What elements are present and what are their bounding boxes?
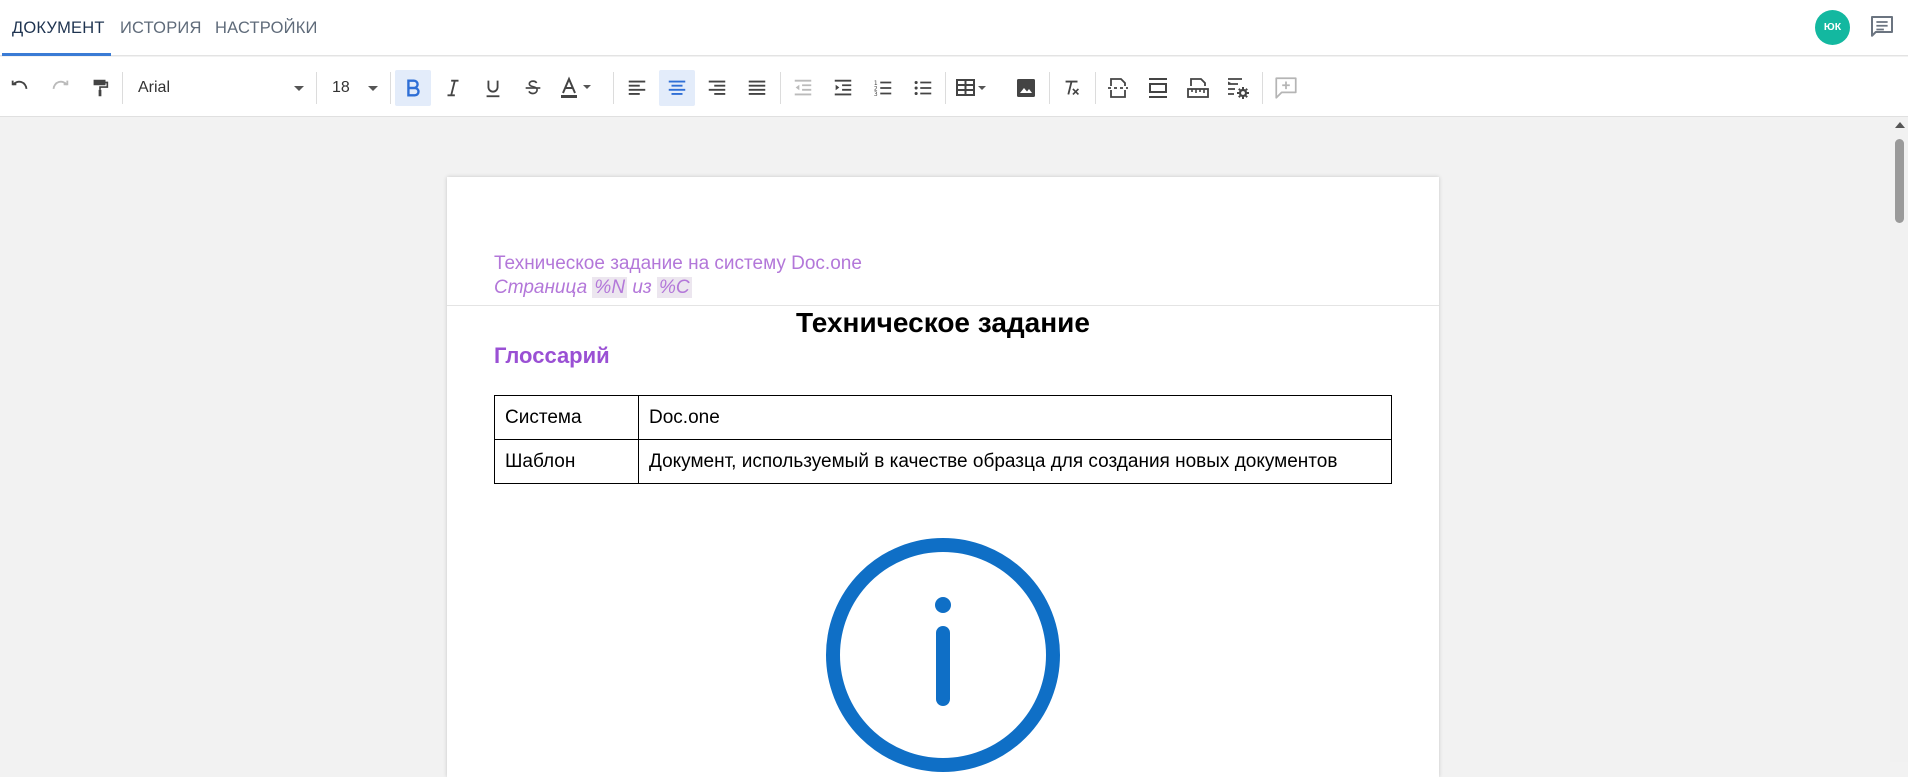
strikethrough-button[interactable] xyxy=(515,70,551,106)
toolbar-separator xyxy=(945,72,946,104)
page-number-field[interactable]: %N xyxy=(592,277,628,298)
undo-icon xyxy=(11,80,28,90)
align-left-button[interactable] xyxy=(619,70,655,106)
toolbar-separator xyxy=(780,72,781,104)
table-cell-definition[interactable]: Документ, используемый в качестве образц… xyxy=(638,439,1392,484)
top-tab-bar: ДОКУМЕНТ ИСТОРИЯ НАСТРОЙКИ ЮК xyxy=(0,0,1908,56)
outdent-button[interactable] xyxy=(785,70,821,106)
align-right-button[interactable] xyxy=(699,70,735,106)
numbered-list-icon: 123 xyxy=(874,80,892,98)
header-footer-button[interactable] xyxy=(1140,70,1176,106)
indent-button[interactable] xyxy=(825,70,861,106)
undo-button[interactable] xyxy=(2,70,38,106)
toolbar-separator xyxy=(390,72,391,104)
underline-icon xyxy=(486,80,500,98)
formatting-toolbar: Arial 18 123 xyxy=(0,57,1908,117)
indent-icon xyxy=(834,79,852,96)
underline-button[interactable] xyxy=(475,70,511,106)
toolbar-separator xyxy=(1095,72,1096,104)
table-icon xyxy=(956,79,986,96)
scrollbar-thumb[interactable] xyxy=(1895,139,1904,223)
document-settings-icon xyxy=(1228,78,1249,99)
image-icon xyxy=(1017,79,1035,97)
strikethrough-icon xyxy=(525,80,541,95)
tab-document[interactable]: ДОКУМЕНТ xyxy=(12,0,105,56)
document-page[interactable]: Техническое задание на систему Doc.one С… xyxy=(447,177,1439,777)
vertical-scrollbar[interactable] xyxy=(1890,117,1908,762)
paint-format-icon xyxy=(93,79,109,97)
toolbar-separator xyxy=(122,72,123,104)
text-color-button[interactable] xyxy=(555,70,603,106)
add-comment-icon xyxy=(1275,77,1297,99)
ruler-icon xyxy=(1187,78,1209,98)
align-center-icon xyxy=(668,80,686,95)
font-family-value: Arial xyxy=(138,79,171,96)
table-row: Шаблон Документ, используемый в качестве… xyxy=(494,439,1392,484)
align-justify-button[interactable] xyxy=(739,70,775,106)
numbered-list-button[interactable]: 123 xyxy=(865,70,901,106)
glossary-table: Система Doc.one Шаблон Документ, использ… xyxy=(494,395,1392,484)
header-footer-icon xyxy=(1149,78,1167,98)
bold-button[interactable] xyxy=(395,70,431,106)
info-icon[interactable] xyxy=(826,535,1060,775)
clear-format-icon xyxy=(1065,80,1080,96)
table-cell-definition[interactable]: Doc.one xyxy=(638,395,1392,440)
italic-button[interactable] xyxy=(435,70,471,106)
align-center-button[interactable] xyxy=(659,70,695,106)
insert-image-button[interactable] xyxy=(1008,70,1044,106)
bold-icon xyxy=(407,79,420,97)
page-label: Страница xyxy=(494,277,588,298)
text-color-icon xyxy=(561,76,591,98)
italic-icon xyxy=(447,79,459,97)
chevron-down-icon xyxy=(294,86,304,91)
page-break-icon xyxy=(1108,78,1128,98)
clear-format-button[interactable] xyxy=(1054,70,1090,106)
align-right-icon xyxy=(708,80,726,95)
tab-history[interactable]: ИСТОРИЯ xyxy=(120,0,202,56)
redo-icon xyxy=(52,80,69,90)
header-divider xyxy=(447,305,1439,306)
redo-button[interactable] xyxy=(42,70,78,106)
svg-text:3: 3 xyxy=(874,91,878,98)
outdent-icon xyxy=(794,79,812,96)
add-comment-button[interactable] xyxy=(1268,70,1304,106)
page-header-title: Техническое задание на систему Doc.one xyxy=(494,253,862,274)
bulleted-list-icon xyxy=(914,80,932,96)
font-size-select[interactable]: 18 xyxy=(332,70,378,106)
ruler-button[interactable] xyxy=(1180,70,1216,106)
chevron-down-icon xyxy=(368,86,378,91)
font-family-select[interactable]: Arial xyxy=(138,70,304,106)
page-count-field[interactable]: %C xyxy=(657,277,692,298)
page-of-label: из xyxy=(632,277,652,298)
page-break-button[interactable] xyxy=(1100,70,1136,106)
tab-settings[interactable]: НАСТРОЙКИ xyxy=(215,0,318,56)
section-heading-glossary: Глоссарий xyxy=(494,343,610,368)
table-row: Система Doc.one xyxy=(494,395,1392,440)
comments-button[interactable] xyxy=(1867,12,1897,42)
document-settings-button[interactable] xyxy=(1220,70,1256,106)
active-tab-indicator xyxy=(2,53,111,56)
bulleted-list-button[interactable] xyxy=(905,70,941,106)
page-header-numbering: Страница %N из %C xyxy=(494,277,692,299)
align-left-icon xyxy=(628,80,646,95)
toolbar-separator xyxy=(1049,72,1050,104)
toolbar-separator xyxy=(613,72,614,104)
paint-format-button[interactable] xyxy=(82,70,118,106)
toolbar-separator xyxy=(316,72,317,104)
table-cell-term[interactable]: Система xyxy=(494,395,639,440)
user-avatar[interactable]: ЮК xyxy=(1815,10,1850,45)
table-cell-term[interactable]: Шаблон xyxy=(494,439,639,484)
insert-table-button[interactable] xyxy=(952,70,1000,106)
document-title: Техническое задание xyxy=(796,307,1090,338)
scroll-up-arrow-icon[interactable] xyxy=(1895,122,1905,128)
comment-icon xyxy=(1871,16,1893,37)
align-justify-icon xyxy=(748,80,766,95)
font-size-value: 18 xyxy=(332,79,350,96)
toolbar-separator xyxy=(1262,72,1263,104)
